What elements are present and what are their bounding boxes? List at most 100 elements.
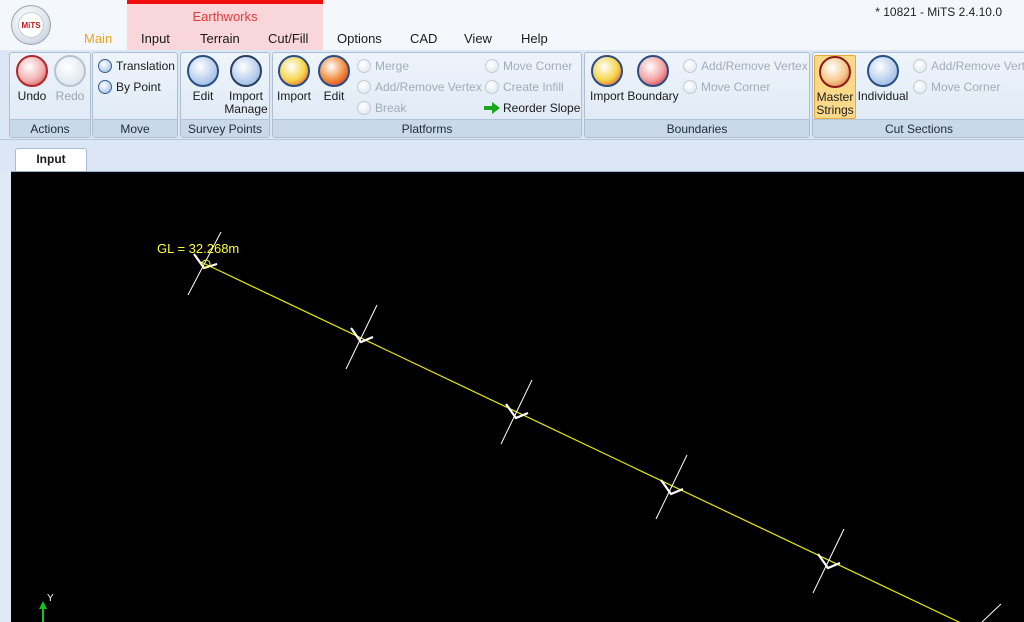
platforms-edit-icon	[318, 55, 350, 87]
ground-level-label: GL = 32.268m	[157, 241, 240, 256]
boundary-button[interactable]: Boundary	[627, 55, 679, 103]
boundaries-move-corner-button[interactable]: Move Corner	[681, 78, 770, 96]
tab-view[interactable]: View	[464, 31, 492, 46]
tab-options[interactable]: Options	[337, 31, 382, 46]
canvas-drawing	[39, 231, 1002, 622]
create-infill-icon	[485, 80, 499, 94]
cut-sections-add-remove-vertex-label: Add/Remove Vertex	[931, 59, 1024, 73]
individual-label: Individual	[857, 89, 909, 103]
boundaries-add-remove-vertex-label: Add/Remove Vertex	[701, 59, 808, 73]
translation-label: Translation	[116, 59, 175, 73]
platforms-add-remove-vertex-button[interactable]: Add/Remove Vertex	[355, 78, 482, 96]
by-point-label: By Point	[116, 80, 161, 94]
chainage-marker[interactable]	[981, 603, 1002, 622]
group-label-cut-sections: Cut Sections	[813, 119, 1024, 137]
import-manage-icon	[230, 55, 262, 87]
undo-label: Undo	[17, 89, 47, 103]
platforms-import-label: Import	[276, 89, 311, 103]
chainage-marker[interactable]	[812, 528, 845, 594]
survey-edit-icon	[187, 55, 219, 87]
reorder-slope-label: Reorder Slope	[503, 101, 581, 115]
ribbon-group-boundaries: Import Boundary Add/Remove Vertex Move C…	[584, 52, 810, 138]
boundaries-move-corner-label: Move Corner	[701, 80, 771, 94]
platforms-add-remove-vertex-label: Add/Remove Vertex	[375, 80, 482, 94]
individual-icon	[867, 55, 899, 87]
platforms-import-button[interactable]: Import	[276, 55, 312, 103]
by-point-button[interactable]: By Point	[96, 78, 161, 96]
chainage-marker[interactable]	[655, 454, 688, 520]
context-group-label: Earthworks	[192, 9, 258, 24]
group-label-boundaries: Boundaries	[585, 119, 809, 137]
drawing-canvas[interactable]: GL = 32.268m Y	[11, 171, 1024, 622]
undo-icon	[16, 55, 48, 87]
tab-cad[interactable]: CAD	[410, 31, 437, 46]
document-tab-input[interactable]: Input	[15, 148, 87, 171]
individual-button[interactable]: Individual	[857, 55, 909, 103]
platforms-edit-label: Edit	[323, 89, 345, 103]
green-arrow-right-icon	[484, 102, 500, 114]
master-strings-label-2: Strings	[816, 103, 854, 117]
tab-terrain[interactable]: Terrain	[200, 31, 240, 46]
cut-sections-move-corner-button[interactable]: Move Corner	[911, 78, 1000, 96]
group-label-survey-points: Survey Points	[181, 119, 269, 137]
tab-help[interactable]: Help	[521, 31, 548, 46]
chainage-marker[interactable]	[345, 304, 378, 370]
by-point-icon	[98, 80, 112, 94]
import-manage-button[interactable]: Import Manage	[223, 55, 269, 116]
boundaries-import-icon	[591, 55, 623, 87]
chainage-marker[interactable]	[500, 379, 533, 445]
break-icon	[357, 101, 371, 115]
platforms-edit-button[interactable]: Edit	[316, 55, 352, 103]
merge-label: Merge	[375, 59, 410, 73]
redo-button[interactable]: Redo	[52, 55, 88, 103]
cut-sections-add-remove-vertex-button[interactable]: Add/Remove Vertex	[911, 57, 1024, 75]
merge-button[interactable]: Merge	[355, 57, 409, 75]
create-infill-button[interactable]: Create Infill	[483, 78, 564, 96]
context-group-color-bar	[127, 0, 323, 4]
ribbon-group-move: Translation By Point Move	[92, 52, 178, 138]
redo-label: Redo	[55, 89, 85, 103]
platforms-import-icon	[278, 55, 310, 87]
create-infill-label: Create Infill	[503, 80, 564, 94]
master-strings-button[interactable]: Master Strings	[814, 55, 856, 119]
tab-input[interactable]: Input	[141, 31, 170, 46]
redo-icon	[54, 55, 86, 87]
reorder-slope-button[interactable]: Reorder Slope	[483, 99, 580, 117]
break-button[interactable]: Break	[355, 99, 406, 117]
title-bar: MiTS Earthworks Main Input Terrain Cut/F…	[0, 0, 1024, 50]
break-label: Break	[375, 101, 407, 115]
import-manage-label-1: Import	[228, 89, 263, 103]
group-label-platforms: Platforms	[273, 119, 581, 137]
undo-button[interactable]: Undo	[14, 55, 50, 103]
ribbon-group-cut-sections: Master Strings Individual Add/Remove Ver…	[812, 52, 1024, 138]
ribbon: Undo Redo Actions Translation By Point M…	[0, 50, 1024, 140]
master-strings-icon	[819, 56, 851, 88]
boundary-icon	[637, 55, 669, 87]
group-label-move: Move	[93, 119, 177, 137]
boundaries-move-corner-icon	[683, 80, 697, 94]
application-menu-button[interactable]: MiTS	[11, 5, 51, 45]
survey-points-edit-button[interactable]: Edit	[185, 55, 221, 103]
platforms-move-corner-label: Move Corner	[503, 59, 573, 73]
boundaries-add-remove-vertex-button[interactable]: Add/Remove Vertex	[681, 57, 808, 75]
tab-cut-fill[interactable]: Cut/Fill	[268, 31, 308, 46]
translation-button[interactable]: Translation	[96, 57, 175, 75]
tab-main[interactable]: Main	[84, 31, 112, 46]
master-string-line[interactable]	[200, 261, 961, 622]
group-label-actions: Actions	[10, 119, 90, 137]
boundaries-import-button[interactable]: Import	[587, 55, 627, 103]
merge-icon	[357, 59, 371, 73]
survey-edit-label: Edit	[192, 89, 214, 103]
move-corner-icon	[485, 59, 499, 73]
cut-sections-move-corner-icon	[913, 80, 927, 94]
window-title: * 10821 - MiTS 2.4.10.0	[875, 5, 1002, 19]
translation-icon	[98, 59, 112, 73]
platforms-move-corner-button[interactable]: Move Corner	[483, 57, 572, 75]
ribbon-group-survey-points: Edit Import Manage Survey Points	[180, 52, 270, 138]
boundaries-add-remove-vertex-icon	[683, 59, 697, 73]
add-remove-vertex-icon	[357, 80, 371, 94]
ribbon-group-actions: Undo Redo Actions	[9, 52, 91, 138]
master-strings-label-1: Master	[816, 90, 854, 104]
boundaries-import-label: Import	[589, 89, 624, 103]
axis-y-label: Y	[47, 593, 54, 604]
